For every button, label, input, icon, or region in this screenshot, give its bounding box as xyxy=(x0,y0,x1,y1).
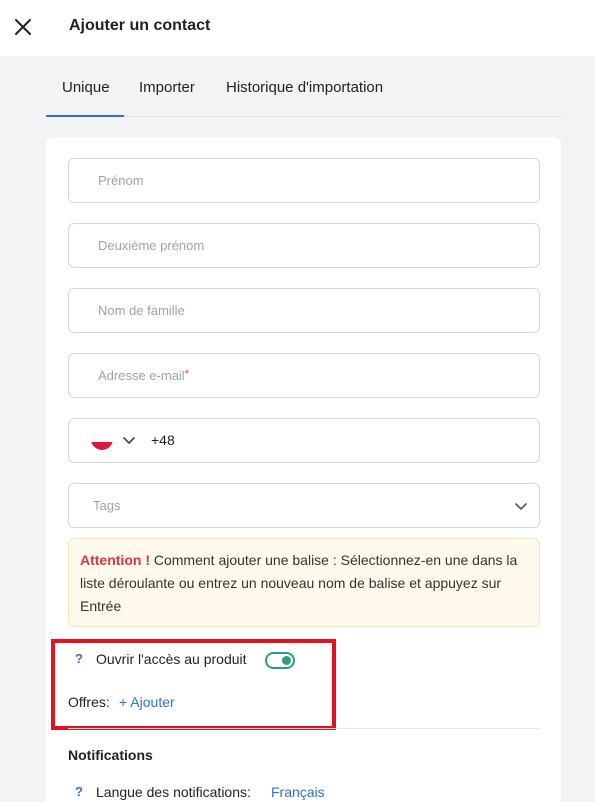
first-name-field[interactable]: Prénom xyxy=(68,158,540,203)
add-offer-link[interactable]: + Ajouter xyxy=(119,694,175,710)
product-access-label: Ouvrir l'accès au produit xyxy=(96,651,247,667)
email-placeholder: Adresse e-mail* xyxy=(98,368,189,383)
contact-form-card: Prénom Deuxième prénom Nom de famille Ad… xyxy=(46,137,561,802)
tab-bar: Unique Importer Historique d'importation xyxy=(46,56,561,117)
help-icon[interactable]: ? xyxy=(75,651,83,666)
close-icon[interactable] xyxy=(11,15,35,39)
email-field[interactable]: Adresse e-mail* xyxy=(68,353,540,398)
tags-select[interactable]: Tags xyxy=(68,483,540,528)
required-marker: * xyxy=(184,368,189,380)
top-bar: Ajouter un contact xyxy=(0,0,595,56)
last-name-placeholder: Nom de famille xyxy=(98,303,185,318)
phone-field[interactable]: +48 xyxy=(68,418,540,463)
notifications-title: Notifications xyxy=(68,747,153,763)
tag-hint-alert: Attention ! Comment ajouter une balise :… xyxy=(68,538,540,627)
poland-flag-icon[interactable] xyxy=(91,434,113,450)
toggle-knob xyxy=(282,656,291,665)
alert-title: Attention ! xyxy=(80,552,150,568)
help-icon[interactable]: ? xyxy=(75,784,83,799)
product-access-toggle[interactable] xyxy=(265,652,295,669)
section-divider xyxy=(68,728,540,729)
active-tab-indicator xyxy=(46,115,124,117)
page-title: Ajouter un contact xyxy=(69,17,211,34)
tags-placeholder: Tags xyxy=(93,498,121,513)
tab-unique[interactable]: Unique xyxy=(62,79,110,96)
last-name-field[interactable]: Nom de famille xyxy=(68,288,540,333)
first-name-placeholder: Prénom xyxy=(98,173,144,188)
chevron-down-icon[interactable] xyxy=(513,498,529,514)
chevron-down-icon[interactable] xyxy=(121,432,137,448)
offers-label: Offres: xyxy=(68,694,110,710)
notification-language-link[interactable]: Français xyxy=(271,784,325,800)
email-placeholder-text: Adresse e-mail xyxy=(98,368,185,383)
tab-import-history[interactable]: Historique d'importation xyxy=(226,79,383,96)
middle-name-placeholder: Deuxième prénom xyxy=(98,238,205,253)
phone-dial-code[interactable]: +48 xyxy=(151,432,175,448)
middle-name-field[interactable]: Deuxième prénom xyxy=(68,223,540,268)
notification-language-label: Langue des notifications: xyxy=(96,784,251,800)
tab-import[interactable]: Importer xyxy=(139,79,195,96)
